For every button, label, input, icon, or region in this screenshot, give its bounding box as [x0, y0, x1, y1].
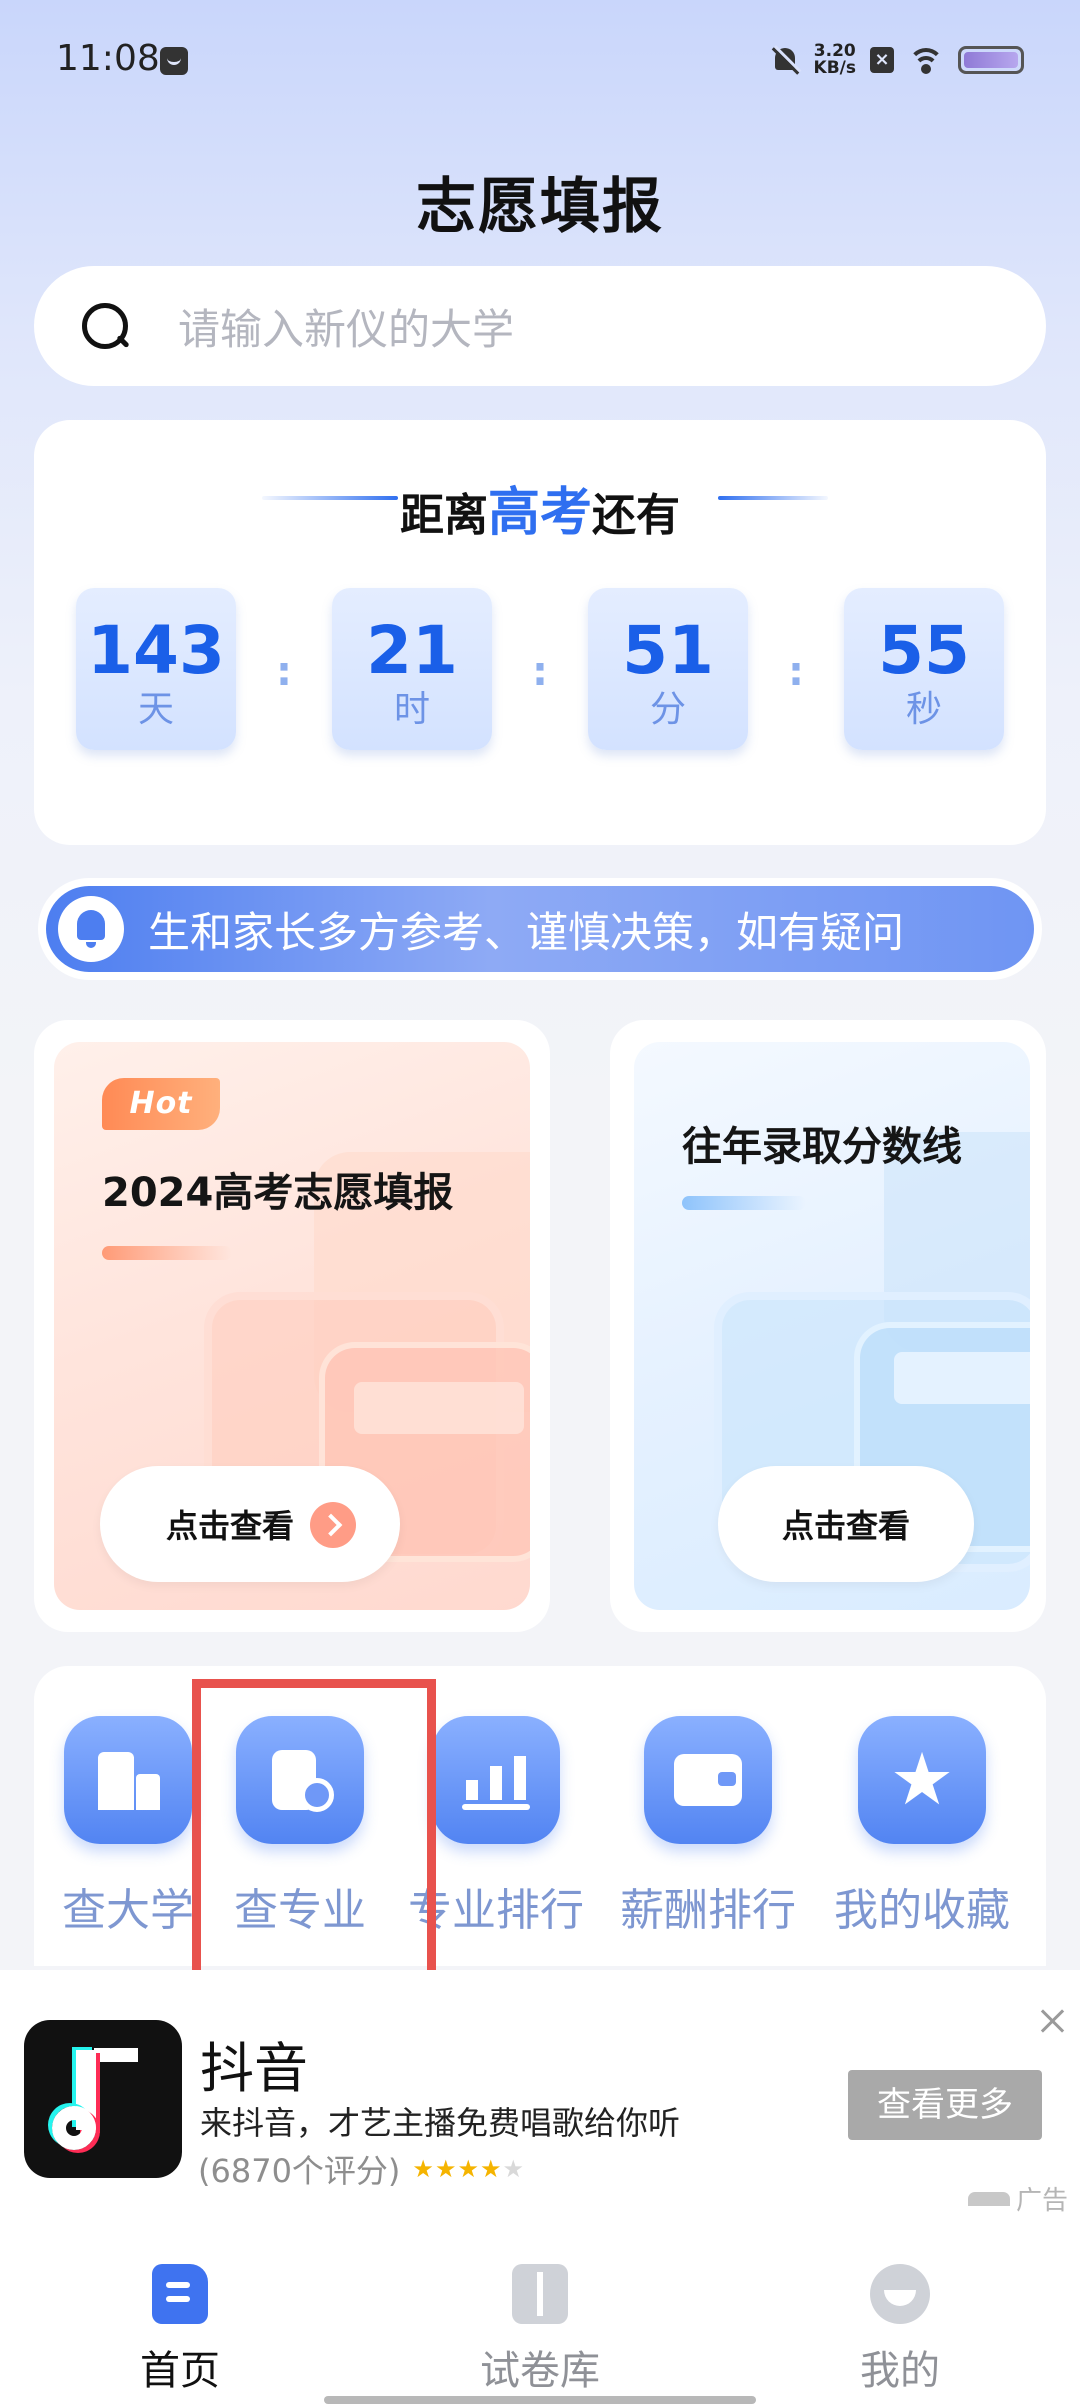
- countdown-seconds: 55 秒: [844, 588, 1004, 750]
- search-input[interactable]: 请输入新仪的大学: [178, 296, 514, 357]
- countdown-separator: :: [788, 649, 804, 695]
- countdown-separator: :: [532, 649, 548, 695]
- ad-cta-button[interactable]: 查看更多: [848, 2070, 1042, 2140]
- search-icon[interactable]: [80, 301, 130, 351]
- countdown-card: 距离高考还有 143 天 : 21 时 : 51 分 : 55 秒: [34, 420, 1046, 845]
- countdown-unit: 天: [137, 689, 174, 730]
- rating-stars-icon: ★★★★★: [412, 2155, 525, 2183]
- promo-title: 2024高考志愿填报: [102, 1170, 454, 1216]
- book-icon[interactable]: [512, 2264, 568, 2324]
- profile-icon[interactable]: [870, 2264, 930, 2324]
- page-title: 志愿填报: [416, 172, 664, 242]
- countdown-title-suffix: 还有: [592, 490, 680, 541]
- action-label: 薪酬排行: [620, 1885, 796, 1936]
- message-icon: [160, 47, 188, 75]
- ad-rating: (6870个评分) ★★★★★: [198, 2146, 525, 2192]
- view-button-label: 点击查看: [165, 1507, 294, 1545]
- countdown-value: 21: [366, 612, 458, 689]
- ad-label-text: 广告: [1016, 2186, 1069, 2216]
- sim-x-icon: ×: [870, 47, 894, 73]
- view-button-label: 点击查看: [781, 1507, 910, 1545]
- accent-bar: [102, 1246, 232, 1260]
- ad-label: 广告: [968, 2180, 1068, 2217]
- countdown-value: 51: [622, 612, 714, 689]
- building-icon[interactable]: [64, 1716, 192, 1844]
- countdown-title-highlight: 高考: [487, 483, 592, 543]
- ad-app-name: 抖音: [200, 2037, 308, 2100]
- ad-description: 来抖音，才艺主播免费唱歌给你听: [200, 2104, 681, 2142]
- bar-chart-icon[interactable]: [432, 1716, 560, 1844]
- promo-card-scores[interactable]: 往年录取分数线 点击查看: [610, 1020, 1046, 1632]
- view-button[interactable]: 点击查看: [718, 1466, 974, 1582]
- net-speed-unit: KB/s: [813, 58, 856, 78]
- countdown-days: 143 天: [76, 588, 236, 750]
- ad-logo-icon: [968, 2191, 1010, 2206]
- arrow-right-icon: [310, 1502, 356, 1548]
- ad-rating-text: (6870个评分): [198, 2152, 401, 2190]
- bottom-nav: 首页 试卷库 我的: [0, 2220, 1080, 2408]
- countdown-value: 55: [878, 612, 970, 689]
- countdown-unit: 分: [649, 689, 686, 730]
- decor-shape: [354, 1382, 524, 1434]
- wallet-icon[interactable]: [644, 1716, 772, 1844]
- close-icon[interactable]: [1038, 2006, 1068, 2036]
- home-doc-icon[interactable]: [152, 2264, 208, 2324]
- nav-mine[interactable]: 我的: [800, 2264, 1000, 2396]
- nav-papers[interactable]: 试卷库: [440, 2264, 640, 2396]
- star-icon[interactable]: [858, 1716, 986, 1844]
- home-indicator[interactable]: [324, 2396, 756, 2404]
- decor-shape: [894, 1352, 1030, 1404]
- highlight-box: [192, 1679, 436, 1984]
- action-label: 我的收藏: [834, 1885, 1010, 1936]
- countdown-separator: :: [276, 649, 292, 695]
- notice-text: 生和家长多方参考、谨慎决策，如有疑问: [148, 907, 905, 957]
- hot-badge: Hot: [102, 1078, 220, 1130]
- wifi-icon: [908, 46, 944, 74]
- notice-bar[interactable]: 生和家长多方参考、谨慎决策，如有疑问: [38, 878, 1042, 980]
- status-icons: 3.20 KB/s ×: [770, 40, 1024, 80]
- quick-actions: 查大学 查专业 专业排行 薪酬排行 我的收藏: [34, 1666, 1046, 1966]
- bell-off-icon: [770, 45, 800, 75]
- bell-icon: [58, 896, 124, 962]
- accent-bar: [682, 1196, 806, 1210]
- countdown-title-prefix: 距离: [399, 490, 488, 541]
- ad-banner[interactable]: 抖音 来抖音，才艺主播免费唱歌给你听 (6870个评分) ★★★★★ 查看更多 …: [0, 1970, 1080, 2220]
- promo-title: 往年录取分数线: [682, 1124, 962, 1170]
- nav-label: 试卷库: [480, 2348, 600, 2394]
- nav-home[interactable]: 首页: [80, 2264, 280, 2396]
- search-bar[interactable]: 请输入新仪的大学: [34, 266, 1046, 386]
- countdown-value: 143: [87, 612, 225, 689]
- countdown-title: 距离高考还有: [34, 470, 1046, 545]
- status-time: 11:08: [56, 38, 160, 79]
- view-button[interactable]: 点击查看: [100, 1466, 400, 1582]
- countdown-unit: 秒: [905, 689, 942, 730]
- countdown-unit: 时: [393, 689, 430, 730]
- promo-card-apply[interactable]: Hot 2024高考志愿填报 点击查看: [34, 1020, 550, 1632]
- nav-label: 我的: [860, 2348, 940, 2394]
- net-speed: 3.20 KB/s: [814, 43, 856, 77]
- action-salary-ranking[interactable]: 薪酬排行: [608, 1716, 808, 1938]
- action-my-favorites[interactable]: 我的收藏: [822, 1716, 1022, 1938]
- battery-icon: [958, 46, 1024, 74]
- douyin-app-icon[interactable]: [24, 2020, 182, 2178]
- countdown-hours: 21 时: [332, 588, 492, 750]
- nav-label: 首页: [140, 2348, 220, 2394]
- countdown-minutes: 51 分: [588, 588, 748, 750]
